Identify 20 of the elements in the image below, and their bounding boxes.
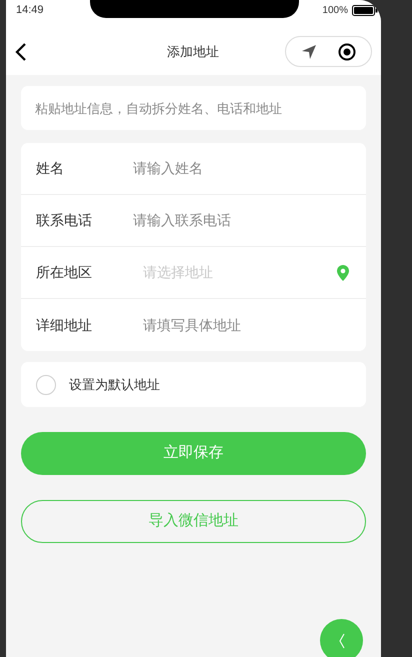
field-label: 姓名: [36, 159, 65, 178]
field-label: 详细地址: [36, 316, 93, 334]
record-icon[interactable]: [338, 42, 356, 60]
save-button[interactable]: 立即保存: [21, 432, 366, 475]
page-title: 添加地址: [166, 42, 220, 61]
back-icon[interactable]: [14, 42, 28, 62]
battery-icon: [352, 4, 378, 16]
battery-percent: 100%: [322, 4, 348, 18]
form-input-field[interactable]: 请输入联系电话: [133, 210, 351, 231]
chevron-left-icon: [338, 632, 344, 648]
navigation-arrow-icon[interactable]: [301, 44, 317, 60]
paste-address-field[interactable]: 粘贴地址信息，自动拆分姓名、电话和地址: [21, 86, 366, 130]
form-input-field[interactable]: 请输入姓名: [133, 158, 351, 179]
form-input-field[interactable]: 请填写具体地址: [143, 314, 351, 336]
default-address-label: 设置为默认地址: [69, 376, 160, 394]
default-radio[interactable]: [36, 374, 56, 394]
field-label: 联系电话: [36, 211, 93, 230]
import-wechat-address-button[interactable]: 导入微信地址: [21, 500, 366, 543]
field-label: 所在地区: [36, 263, 93, 282]
status-time: 14:49: [16, 2, 44, 18]
